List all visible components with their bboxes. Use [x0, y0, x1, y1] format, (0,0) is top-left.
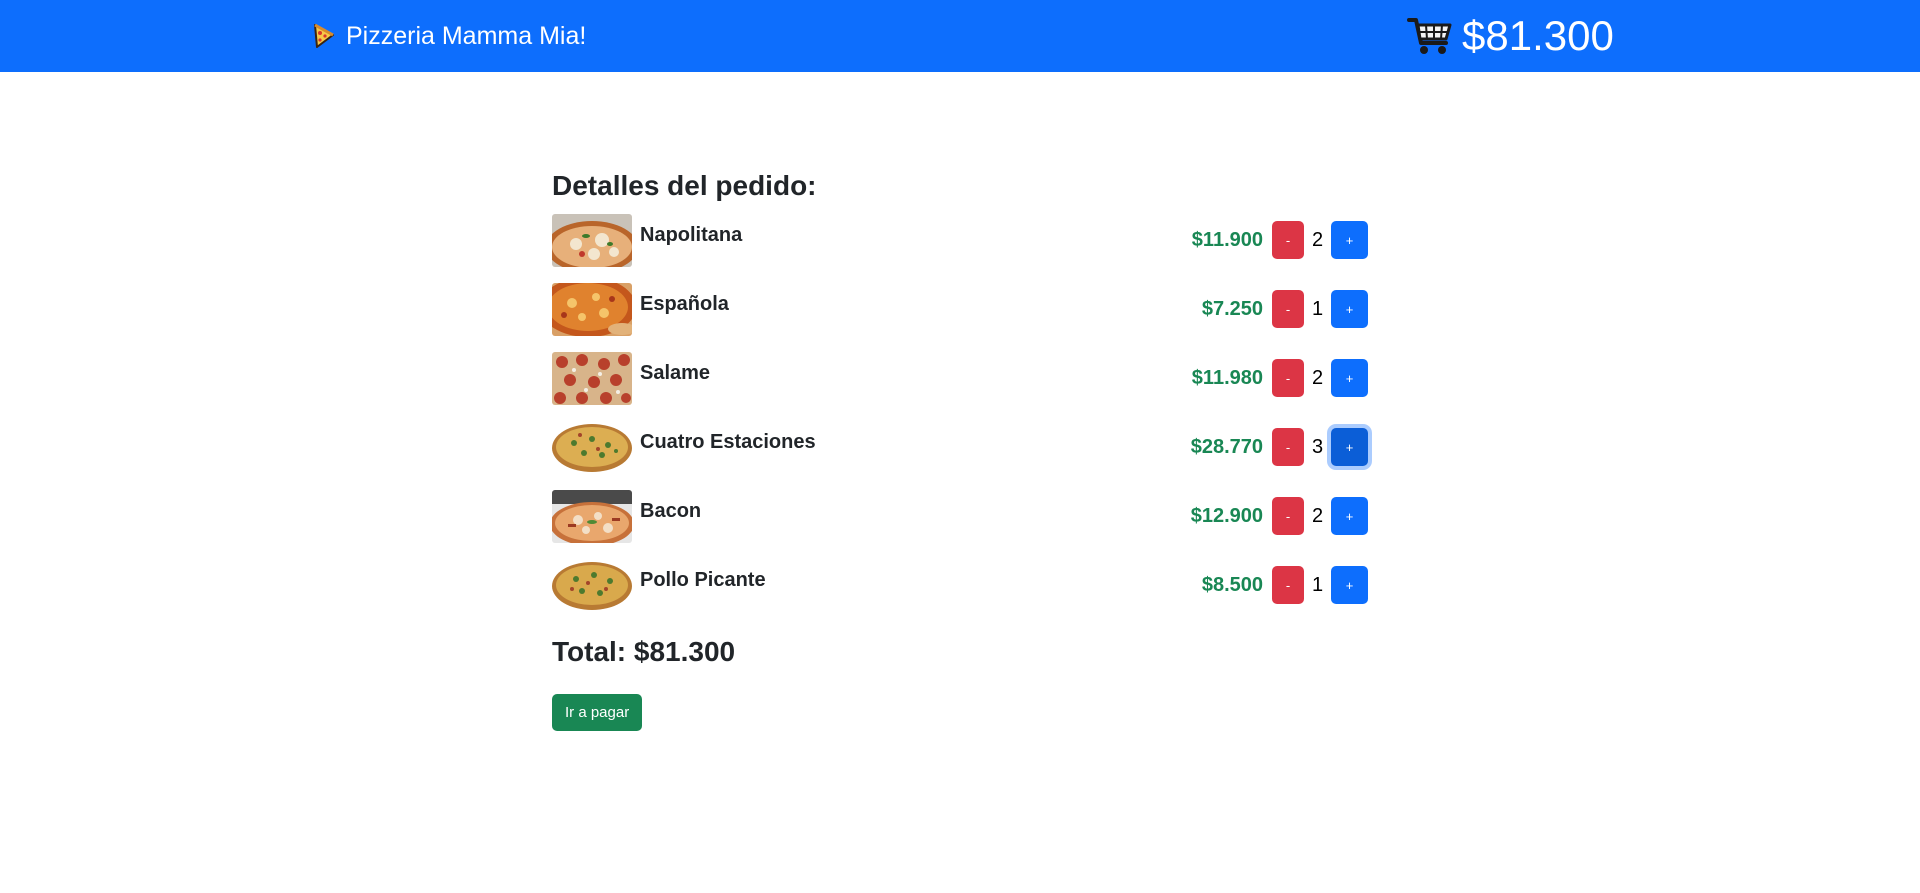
- item-price: $11.900: [1191, 228, 1263, 251]
- order-details: Detalles del pedido: Napolitana $11.900 …: [552, 166, 1368, 731]
- item-name: Bacon: [640, 500, 702, 522]
- pizza-thumbnail: [552, 490, 632, 543]
- item-name: Napolitana: [640, 224, 743, 246]
- item-controls: $7.250 - 1 +: [1202, 290, 1368, 328]
- increase-quantity-button[interactable]: +: [1331, 221, 1368, 259]
- item-controls: $8.500 - 1 +: [1202, 566, 1368, 604]
- item-price: $28.770: [1190, 435, 1263, 458]
- increase-quantity-button[interactable]: +: [1331, 428, 1368, 466]
- item-controls: $11.980 - 2 +: [1192, 359, 1368, 397]
- brand-label: Pizzeria Mamma Mia!: [346, 21, 587, 50]
- order-title: Detalles del pedido:: [552, 170, 817, 201]
- item-controls: $28.770 - 3 +: [1191, 428, 1368, 466]
- decrease-quantity-button[interactable]: -: [1272, 428, 1304, 466]
- item-quantity: 1: [1311, 573, 1324, 596]
- list-item: Española $7.250 - 1 +: [552, 283, 1368, 352]
- pizza-slice-icon: [312, 22, 336, 50]
- list-item: Bacon $12.900 - 2 +: [552, 490, 1368, 559]
- item-price: $7.250: [1201, 297, 1263, 320]
- item-quantity: 2: [1311, 504, 1324, 527]
- decrease-quantity-button[interactable]: -: [1272, 290, 1304, 328]
- decrease-quantity-button[interactable]: -: [1272, 566, 1304, 604]
- pizza-thumbnail: [552, 421, 632, 474]
- item-price: $11.980: [1191, 366, 1263, 389]
- pizza-thumbnail: [552, 559, 632, 612]
- order-item-list: Napolitana $11.900 - 2 + Española $7.250…: [552, 214, 1368, 628]
- decrease-quantity-button[interactable]: -: [1272, 359, 1304, 397]
- order-total: Total: $81.300: [552, 636, 736, 667]
- list-item: Salame $11.980 - 2 +: [552, 352, 1368, 421]
- item-controls: $11.900 - 2 +: [1192, 221, 1368, 259]
- item-controls: $12.900 - 2 +: [1191, 497, 1368, 535]
- cart-total: $81.300: [1462, 12, 1614, 59]
- list-item: Cuatro Estaciones $28.770 - 3 +: [552, 421, 1368, 490]
- item-quantity: 1: [1311, 297, 1324, 320]
- increase-quantity-button[interactable]: +: [1331, 566, 1368, 604]
- item-price: $8.500: [1201, 573, 1263, 596]
- item-quantity: 3: [1311, 435, 1324, 458]
- increase-quantity-button[interactable]: +: [1331, 359, 1368, 397]
- item-name: Cuatro Estaciones: [640, 431, 816, 453]
- item-quantity: 2: [1311, 366, 1324, 389]
- cart-total-link[interactable]: $81.300: [1406, 10, 1614, 62]
- shopping-cart-icon: [1406, 12, 1454, 60]
- item-name: Española: [640, 293, 729, 315]
- pizza-thumbnail: [552, 283, 632, 336]
- decrease-quantity-button[interactable]: -: [1272, 221, 1304, 259]
- decrease-quantity-button[interactable]: -: [1272, 497, 1304, 535]
- item-name: Salame: [640, 362, 711, 384]
- increase-quantity-button[interactable]: +: [1331, 497, 1368, 535]
- checkout-button[interactable]: Ir a pagar: [552, 694, 643, 731]
- item-price: $12.900: [1190, 504, 1263, 527]
- increase-quantity-button[interactable]: +: [1331, 290, 1368, 328]
- brand-link[interactable]: Pizzeria Mamma Mia!: [312, 18, 586, 54]
- list-item: Pollo Picante $8.500 - 1 +: [552, 559, 1368, 628]
- pizza-thumbnail: [552, 214, 632, 267]
- navbar: Pizzeria Mamma Mia! $81.300: [0, 0, 1920, 72]
- item-quantity: 2: [1311, 228, 1324, 251]
- list-item: Napolitana $11.900 - 2 +: [552, 214, 1368, 283]
- pizza-thumbnail: [552, 352, 632, 405]
- item-name: Pollo Picante: [640, 569, 766, 591]
